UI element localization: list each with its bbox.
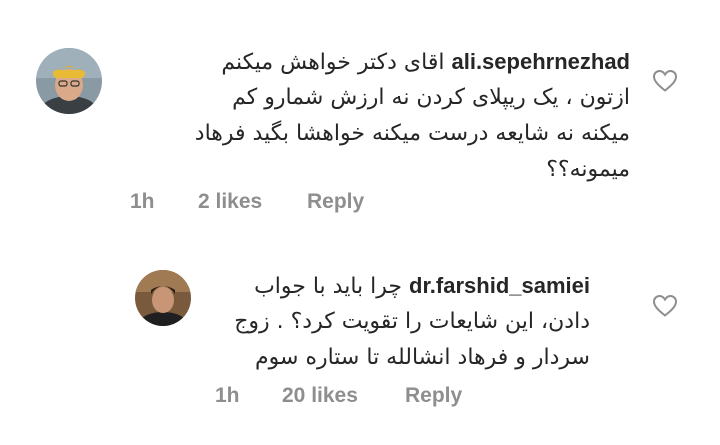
comment-text: میمونه؟؟ [546, 157, 630, 182]
avatar[interactable] [135, 270, 191, 326]
comment-text: اقای دکتر خواهش میکنم [221, 50, 445, 75]
comment-text: سردار و فرهاد انشالله تا ستاره سوم [255, 345, 590, 370]
likes-count[interactable]: 2 likes [198, 190, 262, 214]
avatar-image [36, 48, 102, 114]
comment-first-line: اقای دکتر خواهش میکنم ali.sepehrnezhad [221, 44, 630, 81]
username[interactable]: ali.sepehrnezhad [451, 49, 630, 74]
avatar-image [135, 270, 191, 326]
timestamp: 1h [215, 384, 240, 407]
username[interactable]: dr.farshid_samiei [409, 273, 590, 298]
reply-comment: چرا باید با جواب dr.farshid_samiei دادن،… [0, 230, 720, 445]
reply-button[interactable]: Reply [405, 384, 462, 408]
comment-first-line: چرا باید با جواب dr.farshid_samiei [254, 268, 590, 305]
comment-text: میکنه نه شایعه درست میکنه خواهشا بگید فر… [194, 121, 630, 146]
timestamp: 1h [130, 190, 155, 213]
heart-icon[interactable] [652, 69, 678, 93]
heart-icon[interactable] [652, 294, 678, 318]
avatar[interactable] [36, 48, 102, 114]
comment-text: دادن، این شایعات را تقویت کرد؟ . زوج [234, 309, 590, 334]
comment-text: چرا باید با جواب [254, 274, 403, 299]
comment-text: ازتون ، یک ریپلای کردن نه ارزش شمارو کم [232, 85, 630, 110]
comment: اقای دکتر خواهش میکنم ali.sepehrnezhad ا… [0, 0, 720, 230]
reply-button[interactable]: Reply [307, 190, 364, 214]
likes-count[interactable]: 20 likes [282, 384, 358, 408]
